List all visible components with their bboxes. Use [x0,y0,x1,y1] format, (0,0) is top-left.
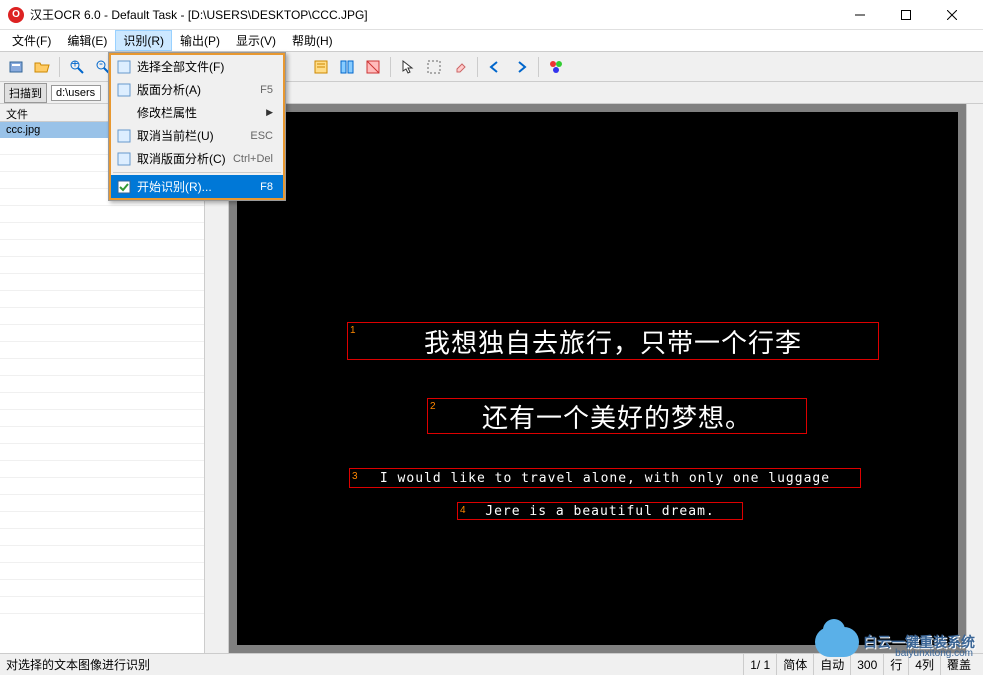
cloud-icon [815,627,859,657]
menu-separator [113,172,281,173]
menu-item-cancel-layout[interactable]: 取消版面分析(C)Ctrl+Del [111,147,283,170]
status-page: 1/ 1 [743,654,776,675]
layout-icon [115,82,133,98]
svg-text:-: - [99,59,103,70]
list-item [0,376,204,393]
scan-button[interactable] [4,55,28,79]
close-button[interactable] [929,0,975,30]
title-bar: O 汉王OCR 6.0 - Default Task - [D:\USERS\D… [0,0,983,30]
list-item [0,223,204,240]
status-lang: 简体 [776,654,813,675]
menu-output[interactable]: 输出(P) [172,30,228,51]
app-icon: O [8,7,24,23]
menu-item-label: 版面分析(A) [137,81,260,98]
watermark-url: baiyunxitong.com [895,648,973,659]
cancel-col-icon [115,128,133,144]
menu-item-label: 选择全部文件(F) [137,58,273,75]
ocr-box-marker: 2 [430,401,437,412]
maximize-button[interactable] [883,0,929,30]
list-item [0,325,204,342]
ocr-box-marker: 4 [460,505,467,516]
menu-item-cancel-col[interactable]: 取消当前栏(U)ESC [111,124,283,147]
menu-shortcut: F8 [260,181,279,193]
open-button[interactable] [30,55,54,79]
select-tool[interactable] [422,55,446,79]
submenu-arrow-icon: ▶ [266,107,279,118]
menu-bar: 文件(F)编辑(E)识别(R)输出(P)显示(V)帮助(H) [0,30,983,52]
recognize-menu-dropdown: 选择全部文件(F)版面分析(A)F5修改栏属性▶取消当前栏(U)ESC取消版面分… [108,52,286,201]
window-title: 汉王OCR 6.0 - Default Task - [D:\USERS\DES… [30,6,837,23]
list-item [0,546,204,563]
svg-text:+: + [71,59,78,71]
list-item [0,512,204,529]
list-item [0,529,204,546]
list-item [0,580,204,597]
list-item [0,410,204,427]
scan-path-input[interactable] [51,85,101,101]
ocr-recognition-box[interactable]: I would like to travel alone, with only … [349,468,861,488]
layout-tool-3[interactable] [361,55,385,79]
minimize-button[interactable] [837,0,883,30]
list-item [0,563,204,580]
menu-item-select-all[interactable]: 选择全部文件(F) [111,55,283,78]
list-item [0,291,204,308]
pointer-tool[interactable] [396,55,420,79]
list-item [0,257,204,274]
file-list[interactable]: ccc.jpg [0,122,204,653]
blank-icon [115,105,133,121]
status-auto: 自动 [813,654,850,675]
list-item [0,274,204,291]
cancel-layout-icon [115,151,133,167]
watermark: 白云一键重装系统 baiyunxitong.com [815,627,975,657]
content-area: 我想独自去旅行，只带一个行李1 还有一个美好的梦想。2 I would like t… [205,104,983,653]
list-item [0,461,204,478]
status-dpi: 300 [850,654,883,675]
layout-tool-1[interactable] [309,55,333,79]
scan-to-label: 扫描到 [4,83,47,103]
list-item [0,359,204,376]
list-item [0,478,204,495]
list-item [0,444,204,461]
zoom-in-button[interactable]: + [65,55,89,79]
vertical-scrollbar[interactable] [966,104,983,653]
list-item [0,342,204,359]
list-item [0,495,204,512]
menu-file[interactable]: 文件(F) [4,30,59,51]
select-all-icon [115,59,133,75]
ocr-box-marker: 1 [350,325,357,336]
menu-item-label: 开始识别(R)... [137,178,260,195]
ocr-box-marker: 3 [352,471,359,482]
list-item [0,240,204,257]
status-text: 对选择的文本图像进行识别 [6,656,743,673]
settings-button[interactable] [544,55,568,79]
ocr-recognition-box[interactable]: 我想独自去旅行，只带一个行李1 [347,322,879,360]
ocr-recognition-box[interactable]: 还有一个美好的梦想。2 [427,398,807,434]
layout-tool-2[interactable] [335,55,359,79]
menu-shortcut: Ctrl+Del [233,153,279,165]
list-item [0,206,204,223]
menu-item-start-recognize[interactable]: 开始识别(R)...F8 [111,175,283,198]
start-recognize-icon [115,179,133,195]
menu-item-label: 取消版面分析(C) [137,150,233,167]
menu-edit[interactable]: 编辑(E) [59,30,115,51]
list-item [0,308,204,325]
ocr-recognition-box[interactable]: Jere is a beautiful dream.4 [457,502,743,520]
menu-item-label: 取消当前栏(U) [137,127,250,144]
menu-view[interactable]: 显示(V) [228,30,284,51]
menu-shortcut: ESC [250,130,279,142]
list-item [0,427,204,444]
menu-item-submenu[interactable]: 修改栏属性▶ [111,101,283,124]
menu-item-layout[interactable]: 版面分析(A)F5 [111,78,283,101]
menu-shortcut: F5 [260,84,279,96]
next-button[interactable] [509,55,533,79]
menu-item-label: 修改栏属性 [137,104,266,121]
eraser-tool[interactable] [448,55,472,79]
canvas-viewport[interactable]: 我想独自去旅行，只带一个行李1 还有一个美好的梦想。2 I would like t… [229,104,966,653]
prev-button[interactable] [483,55,507,79]
menu-help[interactable]: 帮助(H) [284,30,341,51]
menu-recognize[interactable]: 识别(R) [115,30,172,51]
list-item [0,597,204,614]
list-item [0,393,204,410]
image-canvas: 我想独自去旅行，只带一个行李1 还有一个美好的梦想。2 I would like t… [237,112,958,645]
